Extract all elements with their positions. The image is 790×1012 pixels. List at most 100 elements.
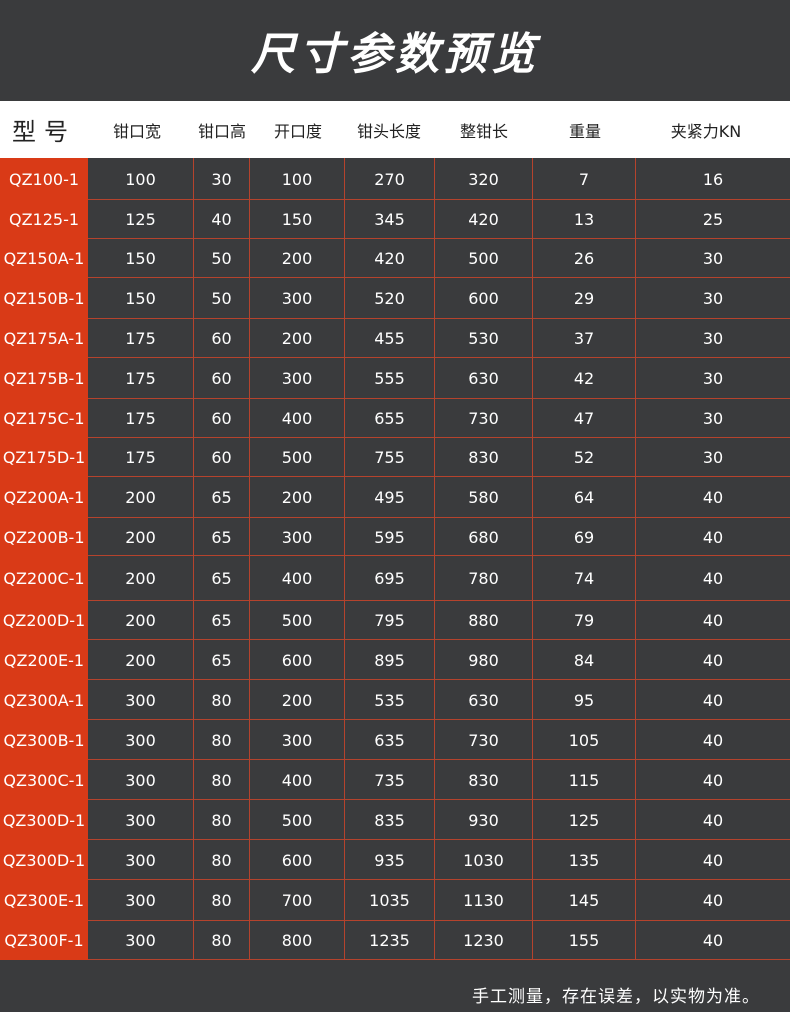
value-cell: 65 xyxy=(194,601,250,640)
value-cell: 65 xyxy=(194,640,250,680)
value-cell: 555 xyxy=(345,358,435,399)
value-cell: 600 xyxy=(250,840,345,880)
value-cell: 520 xyxy=(345,278,435,319)
value-cell: 84 xyxy=(533,640,636,680)
value-cell: 300 xyxy=(250,720,345,760)
value-cell: 150 xyxy=(250,200,345,239)
value-cell: 200 xyxy=(250,239,345,278)
model-cell: QZ300A-1 xyxy=(0,680,88,720)
value-cell: 800 xyxy=(250,921,345,960)
table-row: QZ300D-1 300 80 600 935 1030 135 40 xyxy=(0,840,790,880)
table-row: QZ175B-1 175 60 300 555 630 42 30 xyxy=(0,358,790,399)
value-cell: 200 xyxy=(250,477,345,518)
value-cell: 175 xyxy=(88,438,194,477)
table-row: QZ300F-1 300 80 800 1235 1230 155 40 xyxy=(0,921,790,960)
footer-note: 手工测量，存在误差，以实物为准。 xyxy=(472,987,760,1007)
value-cell: 100 xyxy=(88,158,194,200)
value-cell: 300 xyxy=(88,720,194,760)
table-row: QZ175C-1 175 60 400 655 730 47 30 xyxy=(0,399,790,438)
value-cell: 100 xyxy=(250,158,345,200)
value-cell: 16 xyxy=(702,169,724,189)
value-cell: 40 xyxy=(702,891,724,910)
table-row: QZ175D-1 175 60 500 755 830 52 30 xyxy=(0,438,790,477)
model-cell: QZ100-1 xyxy=(0,158,88,200)
value-cell: 79 xyxy=(533,601,636,640)
table-row: QZ300A-1 300 80 200 535 630 95 40 xyxy=(0,680,790,720)
value-cell: 74 xyxy=(533,556,636,601)
value-cell: 135 xyxy=(533,840,636,880)
value-cell: 200 xyxy=(88,601,194,640)
value-cell: 125 xyxy=(88,200,194,239)
value-cell: 155 xyxy=(533,921,636,960)
value-cell: 145 xyxy=(533,880,636,921)
value-cell: 40 xyxy=(702,810,724,830)
value-cell: 780 xyxy=(435,556,533,601)
value-cell: 420 xyxy=(345,239,435,278)
header-cell-0: 型号 xyxy=(12,118,76,146)
value-cell: 735 xyxy=(345,760,435,800)
value-cell: 37 xyxy=(533,319,636,358)
value-cell: 40 xyxy=(702,690,724,710)
table-row: QZ300B-1 300 80 300 635 730 105 40 xyxy=(0,720,790,760)
value-cell: 930 xyxy=(435,800,533,840)
title-bar: 尺寸参数预览 xyxy=(0,0,790,100)
value-cell: 300 xyxy=(88,800,194,840)
model-cell: QZ300E-1 xyxy=(0,880,88,921)
value-cell: 270 xyxy=(345,158,435,200)
value-cell: 80 xyxy=(194,680,250,720)
value-cell: 980 xyxy=(435,640,533,680)
value-cell: 80 xyxy=(194,840,250,880)
model-cell: QZ200A-1 xyxy=(0,477,88,518)
model-cell: QZ175C-1 xyxy=(0,399,88,438)
value-cell: 455 xyxy=(345,319,435,358)
value-cell: 300 xyxy=(88,840,194,880)
page-title: 尺寸参数预览 xyxy=(251,29,539,80)
value-cell: 200 xyxy=(88,640,194,680)
value-cell: 40 xyxy=(702,569,724,588)
model-cell: QZ200D-1 xyxy=(0,601,88,640)
value-cell: 64 xyxy=(533,477,636,518)
value-cell: 30 xyxy=(702,249,724,268)
table-row: QZ200D-1 200 65 500 795 880 79 40 xyxy=(0,601,790,640)
model-cell: QZ200E-1 xyxy=(0,640,88,680)
value-cell: 880 xyxy=(435,601,533,640)
table-row: QZ150A-1 150 50 200 420 500 26 30 xyxy=(0,239,790,278)
value-cell: 40 xyxy=(702,931,724,950)
table-row: QZ125-1 125 40 150 345 420 13 25 xyxy=(0,200,790,239)
value-cell: 30 xyxy=(702,369,724,388)
value-cell: 65 xyxy=(194,556,250,601)
model-cell: QZ175D-1 xyxy=(0,438,88,477)
value-cell: 30 xyxy=(194,158,250,200)
table-row: QZ150B-1 150 50 300 520 600 29 30 xyxy=(0,278,790,319)
row-divider xyxy=(88,959,790,960)
value-cell: 26 xyxy=(533,239,636,278)
model-cell: QZ300D-1 xyxy=(0,800,88,840)
value-cell: 595 xyxy=(345,518,435,556)
value-cell: 500 xyxy=(250,800,345,840)
value-cell: 300 xyxy=(88,921,194,960)
value-cell: 535 xyxy=(345,680,435,720)
value-cell: 300 xyxy=(250,358,345,399)
value-cell: 29 xyxy=(533,278,636,319)
value-cell: 175 xyxy=(88,358,194,399)
table-row: QZ100-1 100 30 100 270 320 7 16 xyxy=(0,158,790,200)
value-cell: 755 xyxy=(345,438,435,477)
value-cell: 40 xyxy=(702,650,724,670)
value-cell: 200 xyxy=(88,477,194,518)
value-cell: 830 xyxy=(435,438,533,477)
value-cell: 320 xyxy=(435,158,533,200)
value-cell: 635 xyxy=(345,720,435,760)
value-cell: 80 xyxy=(194,800,250,840)
value-cell: 835 xyxy=(345,800,435,840)
value-cell: 150 xyxy=(88,278,194,319)
model-cell: QZ150B-1 xyxy=(0,278,88,319)
model-cell: QZ200C-1 xyxy=(0,556,88,601)
value-cell: 700 xyxy=(250,880,345,921)
value-cell: 40 xyxy=(702,488,724,507)
value-cell: 420 xyxy=(435,200,533,239)
table-header: 型号 钳口宽 钳口高 开口度 钳头长度 整钳长 重量 夹紧力KN xyxy=(0,101,790,158)
value-cell: 115 xyxy=(533,760,636,800)
value-cell: 200 xyxy=(250,680,345,720)
value-cell: 500 xyxy=(250,601,345,640)
value-cell: 80 xyxy=(194,880,250,921)
